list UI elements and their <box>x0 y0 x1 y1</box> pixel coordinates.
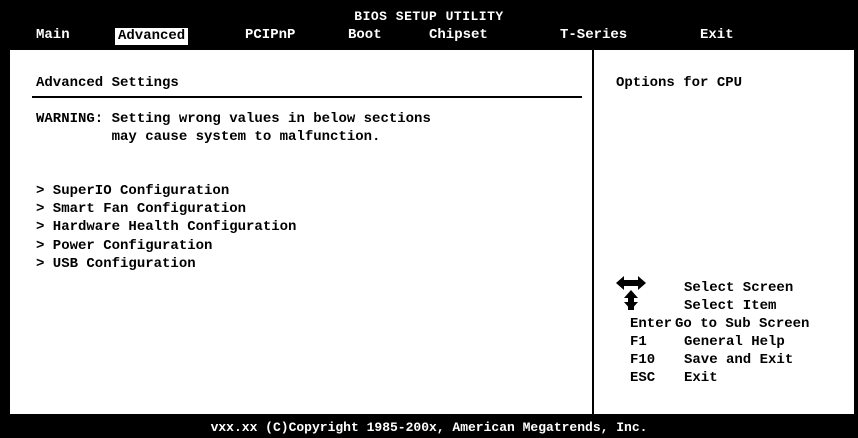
menu-exit[interactable]: Exit <box>700 27 734 44</box>
warning-line-2: may cause system to malfunction. <box>36 129 381 145</box>
arrow-keys-icon <box>616 276 646 310</box>
help-save-and-exit: Save and Exit <box>684 352 794 368</box>
option-hardware-health-configuration[interactable]: > Hardware Health Configuration <box>36 218 296 236</box>
help-select-screen: Select Screen <box>684 280 794 296</box>
menu-chipset[interactable]: Chipset <box>429 27 488 44</box>
top-bar: BIOS SETUP UTILITY Main Advanced PCIPnP … <box>0 0 858 47</box>
option-usb-configuration[interactable]: > USB Configuration <box>36 255 196 273</box>
menu-t-series[interactable]: T-Series <box>560 27 627 44</box>
main-panel: Advanced Settings WARNING: Setting wrong… <box>8 48 856 416</box>
menu-boot[interactable]: Boot <box>348 27 382 44</box>
help-key-esc: ESC <box>630 370 656 386</box>
help-go-to-sub-screen: Go to Sub Screen <box>675 316 810 332</box>
option-smart-fan-configuration[interactable]: > Smart Fan Configuration <box>36 200 246 218</box>
help-description: Options for CPU <box>616 75 743 91</box>
help-select-item: Select Item <box>684 298 777 314</box>
menu-advanced[interactable]: Advanced <box>114 27 190 46</box>
warning-line-1: WARNING: Setting wrong values in below s… <box>36 111 431 127</box>
option-power-configuration[interactable]: > Power Configuration <box>36 237 212 255</box>
section-underline <box>32 96 582 98</box>
option-superio-configuration[interactable]: > SuperIO Configuration <box>36 182 229 200</box>
section-title: Advanced Settings <box>36 75 179 91</box>
option-cpu-configuration[interactable]: > CPU Configuration <box>36 165 196 183</box>
bios-title: BIOS SETUP UTILITY <box>354 9 504 24</box>
help-key-f10: F10 <box>630 352 656 368</box>
panel-divider <box>592 50 594 414</box>
copyright-footer: vxx.xx (C)Copyright 1985-200x, American … <box>0 418 858 438</box>
help-key-enter: Enter <box>630 316 673 332</box>
help-general-help: General Help <box>684 334 785 350</box>
help-key-f1: F1 <box>630 334 647 350</box>
menu-main[interactable]: Main <box>36 27 70 44</box>
menu-pcipnp[interactable]: PCIPnP <box>245 27 295 44</box>
help-exit: Exit <box>684 370 718 386</box>
